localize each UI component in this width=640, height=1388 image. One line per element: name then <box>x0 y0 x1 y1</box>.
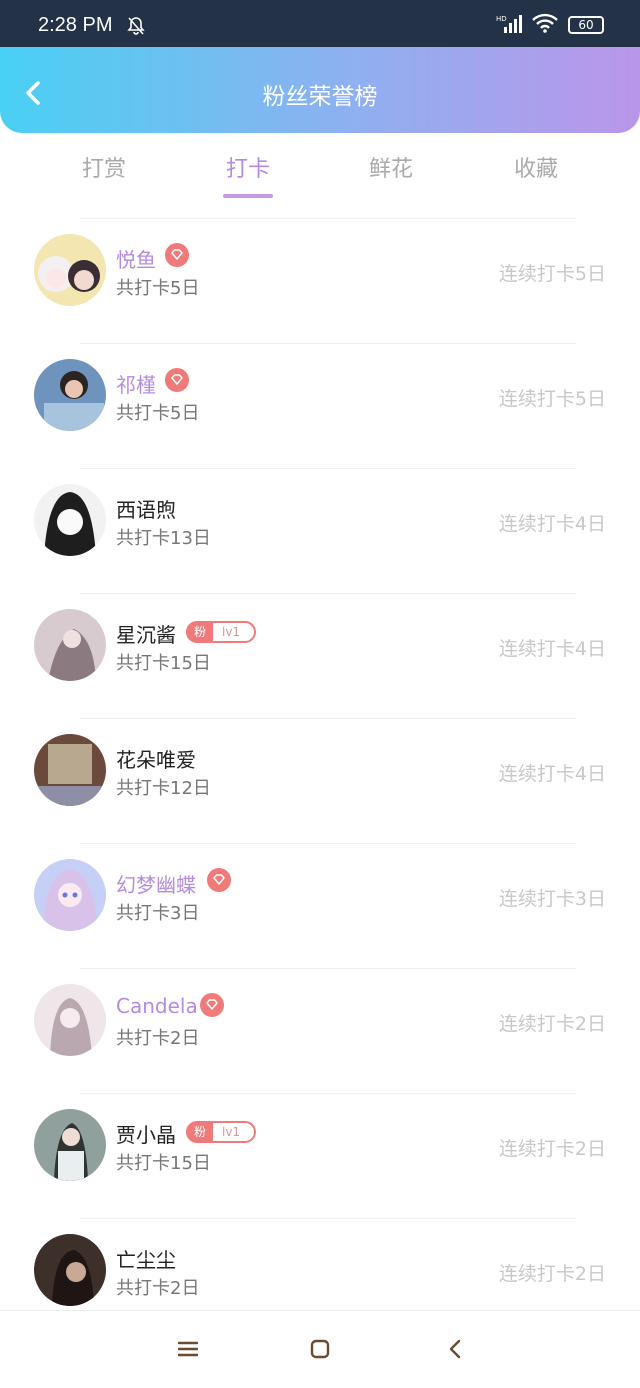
total-checkin: 共打卡15日 <box>116 653 211 674</box>
diamond-badge-icon <box>207 868 231 892</box>
avatar[interactable] <box>34 1234 106 1306</box>
total-checkin: 共打卡13日 <box>116 528 211 549</box>
user-name: 花朵唯爱 <box>116 748 196 772</box>
tab-bar: 打赏 打卡 鲜花 收藏 <box>0 145 640 205</box>
total-checkin: 共打卡2日 <box>116 1278 200 1299</box>
streak-checkin: 连续打卡3日 <box>498 888 606 910</box>
avatar[interactable] <box>34 234 106 306</box>
avatar[interactable] <box>34 609 106 681</box>
signal-icon: HD <box>496 13 522 37</box>
total-checkin: 共打卡5日 <box>116 403 200 424</box>
fan-level-badge: 粉 lv1 <box>186 1121 256 1143</box>
battery-icon: 60 <box>568 16 604 34</box>
fan-badge-label: 粉 <box>187 622 213 642</box>
streak-checkin: 连续打卡4日 <box>498 638 606 660</box>
user-name: 悦鱼 <box>116 248 156 272</box>
status-icons: HD 60 <box>496 13 604 37</box>
total-checkin: 共打卡5日 <box>116 278 200 299</box>
tab-reward[interactable]: 打赏 <box>54 151 154 183</box>
system-nav-bar <box>0 1310 640 1388</box>
ranking-list: 悦鱼 共打卡5日 连续打卡5日 祁槿 共打卡5日 连续打卡5日 西语煦 共打卡1… <box>0 218 640 1343</box>
user-name: Candela <box>116 994 198 1018</box>
list-item[interactable]: 星沉酱 粉 lv1 共打卡15日 连续打卡4日 <box>0 593 640 718</box>
list-item[interactable]: 西语煦 共打卡13日 连续打卡4日 <box>0 468 640 593</box>
user-name: 贾小晶 <box>116 1123 176 1147</box>
home-icon[interactable] <box>310 1339 330 1363</box>
tab-checkin[interactable]: 打卡 <box>198 151 298 183</box>
diamond-badge-icon <box>200 993 224 1017</box>
streak-checkin: 连续打卡2日 <box>498 1013 606 1035</box>
header: 粉丝荣誉榜 <box>0 47 640 133</box>
list-item[interactable]: Candela 共打卡2日 连续打卡2日 <box>0 968 640 1093</box>
tab-flowers[interactable]: 鲜花 <box>341 151 441 183</box>
page-title: 粉丝荣誉榜 <box>262 84 378 110</box>
total-checkin: 共打卡3日 <box>116 903 200 924</box>
tab-favorites[interactable]: 收藏 <box>486 151 586 183</box>
avatar[interactable] <box>34 859 106 931</box>
avatar[interactable] <box>34 984 106 1056</box>
user-name: 星沉酱 <box>116 623 176 647</box>
active-tab-indicator <box>223 194 273 198</box>
user-name: 西语煦 <box>116 498 176 522</box>
list-item[interactable]: 祁槿 共打卡5日 连续打卡5日 <box>0 343 640 468</box>
streak-checkin: 连续打卡4日 <box>498 513 606 535</box>
avatar[interactable] <box>34 484 106 556</box>
list-item[interactable]: 幻梦幽蝶 共打卡3日 连续打卡3日 <box>0 843 640 968</box>
status-time: 2:28 PM <box>38 14 113 36</box>
back-nav-icon[interactable] <box>447 1339 463 1363</box>
svg-text:HD: HD <box>496 15 507 23</box>
menu-icon[interactable] <box>177 1339 199 1363</box>
avatar[interactable] <box>34 734 106 806</box>
streak-checkin: 连续打卡4日 <box>498 763 606 785</box>
list-item[interactable]: 花朵唯爱 共打卡12日 连续打卡4日 <box>0 718 640 843</box>
fan-badge-label: 粉 <box>187 1122 213 1142</box>
fan-badge-level: lv1 <box>222 625 241 639</box>
streak-checkin: 连续打卡2日 <box>498 1263 606 1285</box>
fan-level-badge: 粉 lv1 <box>186 621 256 643</box>
list-item[interactable]: 悦鱼 共打卡5日 连续打卡5日 <box>0 218 640 343</box>
avatar[interactable] <box>34 359 106 431</box>
user-name: 幻梦幽蝶 <box>116 873 196 897</box>
bell-muted-icon <box>126 16 146 40</box>
diamond-badge-icon <box>165 243 189 267</box>
diamond-badge-icon <box>165 368 189 392</box>
streak-checkin: 连续打卡5日 <box>498 263 606 285</box>
streak-checkin: 连续打卡2日 <box>498 1138 606 1160</box>
status-bar: 2:28 PM HD 60 <box>0 0 640 47</box>
total-checkin: 共打卡12日 <box>116 778 211 799</box>
avatar[interactable] <box>34 1109 106 1181</box>
user-name: 亡尘尘 <box>116 1248 176 1272</box>
list-item[interactable]: 贾小晶 粉 lv1 共打卡15日 连续打卡2日 <box>0 1093 640 1218</box>
user-name: 祁槿 <box>116 373 156 397</box>
streak-checkin: 连续打卡5日 <box>498 388 606 410</box>
total-checkin: 共打卡15日 <box>116 1153 211 1174</box>
fan-badge-level: lv1 <box>222 1125 241 1139</box>
wifi-icon <box>532 13 558 37</box>
total-checkin: 共打卡2日 <box>116 1028 200 1049</box>
